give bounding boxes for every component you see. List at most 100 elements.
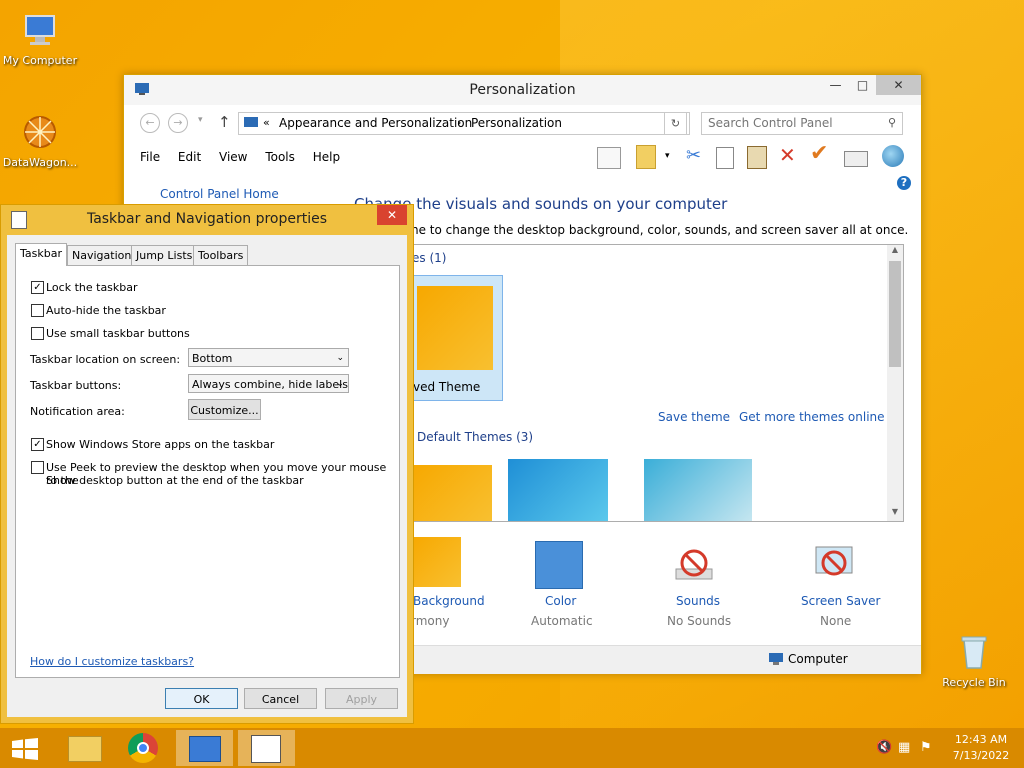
volume-muted-icon[interactable]: 🔇 bbox=[876, 740, 892, 755]
save-theme-link[interactable]: Save theme bbox=[658, 410, 730, 424]
tab-navigation[interactable]: Navigation bbox=[67, 245, 137, 265]
taskbar-control-panel[interactable] bbox=[176, 730, 233, 766]
sounds-icon[interactable] bbox=[672, 541, 716, 587]
desktop-icon-datawagon[interactable]: DataWagon... bbox=[0, 112, 80, 169]
background-link[interactable]: Background bbox=[413, 594, 485, 608]
dialog-title: Taskbar and Navigation properties bbox=[86, 211, 328, 227]
clock[interactable]: 12:43 AM 7/13/2022 bbox=[950, 733, 1012, 762]
taskbar-properties-dialog: Taskbar and Navigation properties ✕ Task… bbox=[0, 204, 414, 724]
breadcrumb-personalization[interactable]: Personalization bbox=[471, 116, 562, 130]
scroll-up-icon[interactable]: ▲ bbox=[887, 245, 903, 259]
taskbar-buttons-select[interactable]: Always combine, hide labels ⌄ bbox=[188, 374, 349, 393]
globe-icon[interactable] bbox=[882, 145, 904, 167]
small-buttons-checkbox[interactable] bbox=[31, 327, 44, 340]
search-box[interactable]: ⚲ bbox=[701, 112, 903, 135]
background-icon[interactable] bbox=[411, 537, 461, 587]
lock-taskbar-checkbox[interactable]: ✓ bbox=[31, 281, 44, 294]
apply-button[interactable]: Apply bbox=[325, 688, 398, 709]
taskbar: 🔇 ▦ ⚑ 12:43 AM 7/13/2022 bbox=[0, 728, 1024, 768]
cancel-button[interactable]: Cancel bbox=[244, 688, 317, 709]
get-more-themes-link[interactable]: Get more themes online bbox=[739, 410, 885, 424]
search-input[interactable] bbox=[706, 115, 880, 131]
location-label: Taskbar location on screen: bbox=[30, 353, 181, 366]
refresh-button[interactable]: ↻ bbox=[664, 112, 687, 135]
color-link[interactable]: Color bbox=[545, 594, 576, 608]
datawagon-shortcut-icon bbox=[20, 112, 60, 152]
window-title: Personalization bbox=[469, 82, 576, 98]
themes-list[interactable]: es (1) ved Theme Save theme Get more the… bbox=[411, 244, 904, 522]
auto-hide-checkbox[interactable] bbox=[31, 304, 44, 317]
menu-view[interactable]: View bbox=[219, 150, 247, 164]
store-apps-label[interactable]: Show Windows Store apps on the taskbar bbox=[46, 438, 274, 451]
preview-pane-icon[interactable] bbox=[597, 147, 621, 169]
default-theme-3[interactable] bbox=[644, 459, 752, 521]
notification-area-label: Notification area: bbox=[30, 405, 125, 418]
screen-saver-link[interactable]: Screen Saver bbox=[801, 594, 880, 608]
status-location: Computer bbox=[788, 652, 848, 666]
properties-taskbar-icon bbox=[251, 735, 281, 763]
theme-preview bbox=[417, 286, 493, 370]
saved-theme-tile[interactable]: ved Theme bbox=[412, 275, 503, 401]
taskbar-properties-window[interactable] bbox=[238, 730, 295, 766]
default-theme-2[interactable] bbox=[508, 459, 608, 521]
ok-button[interactable]: OK bbox=[165, 688, 238, 709]
menu-edit[interactable]: Edit bbox=[178, 150, 201, 164]
scroll-thumb[interactable] bbox=[889, 261, 901, 367]
title-bar: Personalization — □ ✕ bbox=[124, 75, 921, 105]
minimize-button[interactable]: — bbox=[822, 75, 849, 95]
themes-scrollbar[interactable]: ▲ ▼ bbox=[887, 245, 903, 521]
store-apps-checkbox[interactable]: ✓ bbox=[31, 438, 44, 451]
taskbar-file-explorer[interactable] bbox=[55, 730, 112, 766]
up-icon[interactable]: ↑ bbox=[218, 113, 231, 131]
dialog-close-button[interactable]: ✕ bbox=[377, 205, 407, 225]
checkmark-icon[interactable]: ✔ bbox=[810, 141, 828, 166]
sounds-link[interactable]: Sounds bbox=[676, 594, 720, 608]
chevron-down-icon: ⌄ bbox=[336, 379, 344, 389]
screen-saver-icon[interactable] bbox=[812, 541, 856, 587]
network-icon[interactable]: ▦ bbox=[898, 740, 910, 755]
lock-taskbar-label[interactable]: Lock the taskbar bbox=[46, 281, 138, 294]
forward-button[interactable]: → bbox=[168, 113, 188, 133]
tab-toolbars[interactable]: Toolbars bbox=[193, 245, 249, 265]
search-icon[interactable]: ⚲ bbox=[888, 116, 896, 129]
recent-locations-icon[interactable]: ▾ bbox=[198, 115, 203, 125]
color-icon[interactable] bbox=[535, 541, 583, 589]
back-button[interactable]: ← bbox=[140, 113, 160, 133]
cut-icon[interactable]: ✂ bbox=[686, 145, 701, 166]
breadcrumb-appearance[interactable]: Appearance and Personalization bbox=[279, 116, 472, 130]
copy-icon[interactable] bbox=[716, 147, 734, 169]
page-subheading: ne to change the desktop background, col… bbox=[411, 223, 909, 237]
peek-checkbox[interactable] bbox=[31, 461, 44, 474]
close-button[interactable]: ✕ bbox=[876, 75, 921, 95]
small-buttons-label[interactable]: Use small taskbar buttons bbox=[46, 327, 190, 340]
taskbar-chrome[interactable] bbox=[115, 730, 172, 766]
desktop-icon-label: DataWagon... bbox=[2, 156, 78, 169]
address-overflow[interactable]: « bbox=[263, 116, 270, 129]
rename-icon[interactable] bbox=[844, 151, 868, 167]
properties-icon[interactable] bbox=[636, 145, 656, 169]
dialog-body: Taskbar Navigation Jump Lists Toolbars ✓… bbox=[7, 235, 407, 717]
paste-icon[interactable] bbox=[747, 146, 767, 169]
auto-hide-label[interactable]: Auto-hide the taskbar bbox=[46, 304, 166, 317]
tab-jump-lists[interactable]: Jump Lists bbox=[131, 245, 198, 265]
help-icon[interactable]: ? bbox=[897, 176, 911, 190]
organize-dropdown-icon[interactable]: ▾ bbox=[665, 151, 670, 161]
default-theme-1[interactable] bbox=[412, 465, 492, 521]
delete-icon[interactable]: ✕ bbox=[779, 143, 796, 167]
start-button[interactable] bbox=[12, 738, 38, 760]
peek-label-line2[interactable]: Show desktop button at the end of the ta… bbox=[46, 474, 304, 487]
desktop-icon-my-computer[interactable]: My Computer bbox=[0, 10, 80, 67]
scroll-down-icon[interactable]: ▼ bbox=[887, 507, 903, 521]
menu-file[interactable]: File bbox=[140, 150, 160, 164]
tab-taskbar[interactable]: Taskbar bbox=[15, 243, 67, 266]
customize-button[interactable]: Customize... bbox=[188, 399, 261, 420]
maximize-button[interactable]: □ bbox=[849, 75, 876, 95]
help-link[interactable]: How do I customize taskbars? bbox=[30, 655, 194, 668]
menu-tools[interactable]: Tools bbox=[265, 150, 295, 164]
location-select[interactable]: Bottom ⌄ bbox=[188, 348, 349, 367]
menu-help[interactable]: Help bbox=[313, 150, 340, 164]
address-bar[interactable]: « Appearance and Personalization › Perso… bbox=[238, 112, 690, 135]
action-center-icon[interactable]: ⚑ bbox=[920, 740, 932, 755]
desktop-icon-recycle-bin[interactable]: Recycle Bin bbox=[934, 632, 1014, 689]
control-panel-home-link[interactable]: Control Panel Home bbox=[160, 187, 279, 201]
